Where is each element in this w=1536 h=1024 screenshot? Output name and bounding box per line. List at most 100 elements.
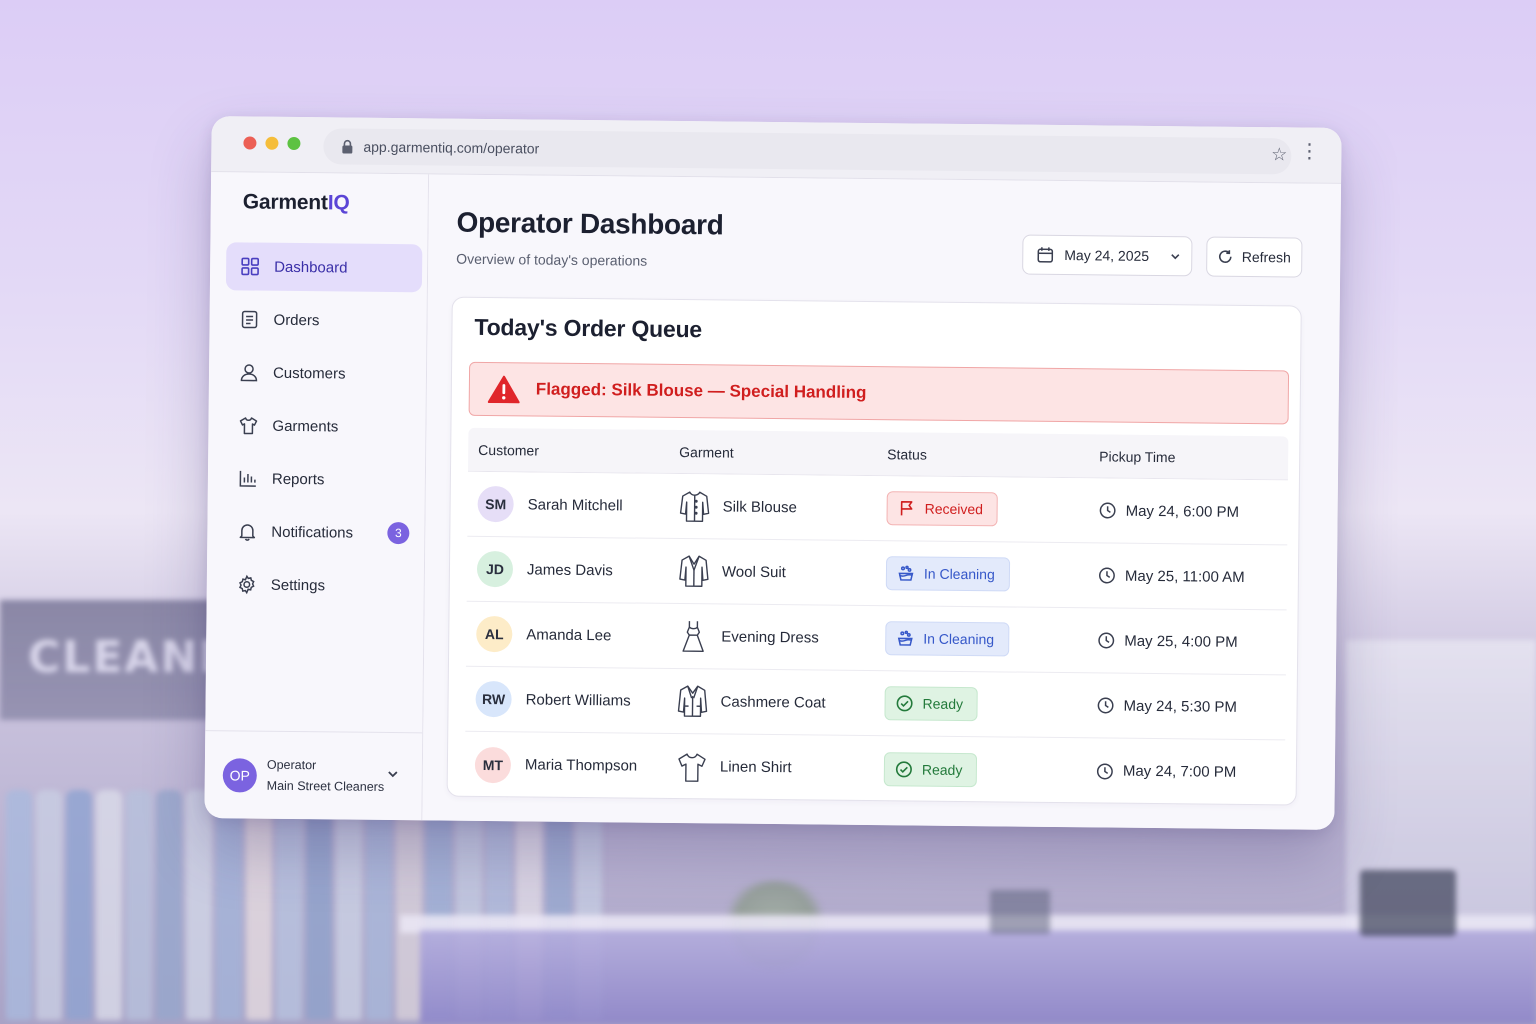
status-label: Received (924, 500, 984, 518)
bell-icon (239, 524, 256, 541)
sidebar-nav: Dashboard Orders Customers Garments Repo… (223, 242, 423, 615)
garment-name: Evening Dress (721, 627, 819, 646)
sidebar-item-garments[interactable]: Garments (224, 401, 420, 451)
sidebar-item-notifications[interactable]: Notifications 3 (223, 507, 419, 557)
status-badge[interactable]: Ready (883, 751, 978, 787)
check-circle-icon (896, 695, 913, 712)
coat-icon (677, 685, 708, 717)
clock-icon (1097, 697, 1114, 714)
customer-name[interactable]: Robert Williams (526, 691, 631, 709)
table-row[interactable]: SM Sarah Mitchell Silk Blouse Received May 2… (467, 471, 1288, 546)
bookmark-star-icon[interactable]: ☆ (1271, 144, 1287, 165)
table-row[interactable]: RW Robert Williams Cashmere Coat Ready May 2… (465, 666, 1286, 741)
window-controls (243, 136, 301, 151)
table-row[interactable]: JD James Davis Wool Suit In Cleaning May 25,… (466, 536, 1288, 611)
pickup-time: May 24, 5:30 PM (1123, 697, 1238, 716)
check-circle-icon (895, 760, 912, 777)
status-badge[interactable]: In Cleaning (885, 621, 1010, 657)
table-row[interactable]: AL Amanda Lee Evening Dress In Cleaning May … (465, 601, 1287, 676)
sidebar-item-dashboard[interactable]: Dashboard (225, 242, 423, 293)
customer-name[interactable]: Amanda Lee (526, 626, 611, 644)
status-label: Ready (921, 761, 963, 778)
status-badge[interactable]: Ready (884, 686, 979, 722)
gear-icon (239, 574, 255, 595)
customer-name[interactable]: Maria Thompson (525, 756, 637, 774)
avatar: JD (476, 550, 514, 588)
status-label: Ready (922, 695, 964, 713)
flag-icon (900, 501, 913, 516)
chevron-down-icon (1171, 254, 1180, 260)
column-header-status[interactable]: Status (885, 446, 1099, 464)
sidebar: GarmentIQ Dashboard Orders Customers Gar… (204, 172, 430, 821)
customer-name[interactable]: Sarah Mitchell (528, 496, 623, 514)
order-table: Customer Garment Status Pickup Time SM Sa… (465, 427, 1289, 806)
alert-text: Flagged: Silk Blouse — Special Handling (535, 379, 867, 402)
column-header-garment[interactable]: Garment (679, 444, 885, 462)
page-subtitle: Overview of today's operations (456, 250, 648, 269)
customer-name[interactable]: James Davis (527, 561, 613, 579)
column-header-pickup-time[interactable]: Pickup Time (1099, 448, 1288, 466)
user-profile-menu[interactable]: OP Operator Main Street Cleaners (204, 730, 423, 821)
calendar-icon (1037, 247, 1054, 263)
card-title: Today's Order Queue (474, 313, 703, 343)
sidebar-item-label: Orders (273, 311, 320, 329)
status-label: In Cleaning (923, 565, 995, 583)
status-cell: In Cleaning (884, 556, 1098, 592)
logo-text: Garment (242, 190, 328, 215)
customer-cell: AL Amanda Lee (466, 615, 677, 654)
chevron-down-icon[interactable] (386, 767, 400, 781)
table-row[interactable]: MT Maria Thompson Linen Shirt Ready May 24, … (465, 732, 1286, 806)
app-logo[interactable]: GarmentIQ (243, 190, 350, 215)
main-content: Operator Dashboard Overview of today's o… (422, 174, 1342, 830)
sidebar-item-reports[interactable]: Reports (224, 454, 420, 504)
grid-icon (241, 257, 260, 276)
washing-icon (898, 565, 914, 581)
garment-cell: Silk Blouse (678, 489, 884, 525)
warning-triangle-icon (487, 375, 520, 404)
close-window-button[interactable] (243, 136, 257, 150)
pickup-time: May 25, 11:00 AM (1124, 567, 1245, 586)
selected-date: May 24, 2025 (1064, 247, 1150, 264)
user-icon (240, 364, 258, 382)
status-cell: In Cleaning (883, 621, 1097, 657)
refresh-label: Refresh (1241, 248, 1291, 266)
address-bar[interactable]: app.garmentiq.com/operator (323, 128, 1292, 175)
shirt-icon (239, 417, 258, 435)
lock-icon (342, 139, 353, 154)
shirt-icon (678, 752, 706, 782)
clock-icon (1098, 632, 1115, 649)
blouse-icon (679, 491, 710, 522)
order-queue-card: Today's Order Queue Flagged: Silk Blouse… (446, 296, 1302, 806)
browser-menu-icon[interactable]: ⋮ (1299, 140, 1319, 162)
user-store: Main Street Cleaners (266, 778, 385, 794)
sidebar-item-settings[interactable]: Settings (223, 560, 419, 610)
avatar: AL (476, 615, 513, 653)
avatar: OP (222, 757, 257, 793)
maximize-window-button[interactable] (287, 136, 301, 151)
pickup-cell: May 24, 6:00 PM (1099, 501, 1288, 521)
url-text[interactable]: app.garmentiq.com/operator (363, 139, 539, 157)
refresh-button[interactable]: Refresh (1206, 236, 1303, 278)
date-picker[interactable]: May 24, 2025 (1022, 234, 1193, 277)
sidebar-item-label: Notifications (271, 523, 354, 542)
pickup-cell: May 24, 5:30 PM (1096, 696, 1285, 716)
sidebar-item-orders[interactable]: Orders (225, 295, 421, 345)
logo-accent-text: IQ (327, 191, 350, 215)
counter (420, 930, 1536, 1024)
sidebar-item-customers[interactable]: Customers (225, 348, 421, 398)
status-cell: Received (884, 491, 1098, 527)
flagged-alert[interactable]: Flagged: Silk Blouse — Special Handling (468, 361, 1290, 425)
status-label: In Cleaning (923, 630, 995, 648)
avatar: MT (474, 746, 512, 783)
status-badge[interactable]: Received (886, 491, 999, 527)
sidebar-item-label: Customers (272, 364, 346, 383)
sidebar-item-label: Garments (272, 417, 339, 435)
browser-window: app.garmentiq.com/operator ☆ ⋮ GarmentIQ… (204, 116, 1342, 830)
minimize-window-button[interactable] (265, 136, 279, 150)
column-header-customer[interactable]: Customer (468, 441, 679, 459)
garment-name: Wool Suit (721, 562, 786, 581)
status-cell: Ready (882, 751, 1096, 788)
garment-cell: Evening Dress (677, 619, 883, 655)
garment-name: Cashmere Coat (720, 692, 826, 712)
status-badge[interactable]: In Cleaning (885, 556, 1010, 592)
